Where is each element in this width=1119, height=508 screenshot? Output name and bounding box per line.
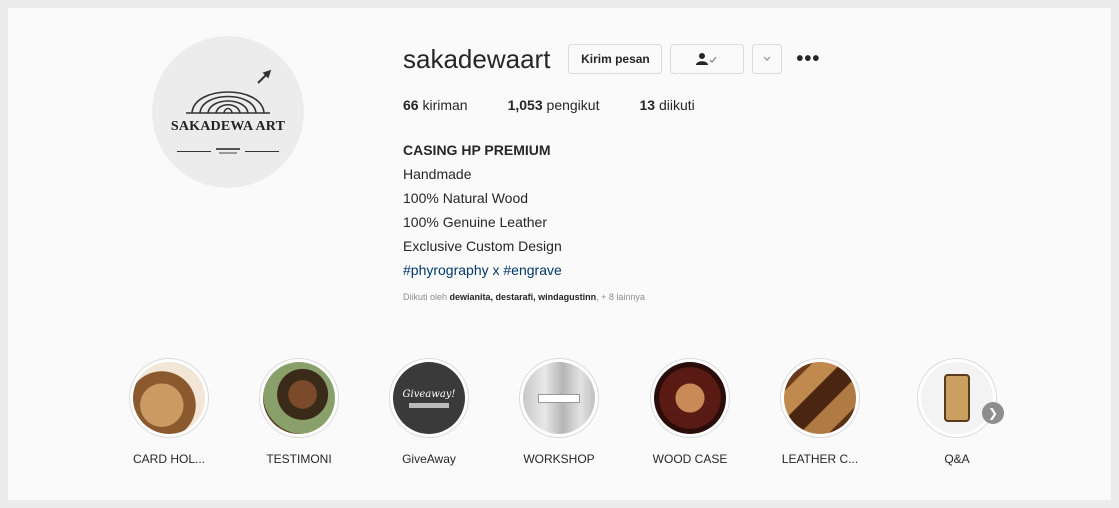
highlight-label: Q&A <box>944 452 970 466</box>
message-button-label: Kirim pesan <box>581 52 650 66</box>
stat-following[interactable]: 13 diikuti <box>639 97 694 113</box>
followed-by-names: dewianita, destarafi, windagustinn <box>449 292 597 302</box>
highlight-cover <box>129 358 209 438</box>
following-label: diikuti <box>658 97 695 113</box>
bio-line: Handmade <box>403 166 472 182</box>
followed-by[interactable]: Diikuti oleh dewianita, destarafi, winda… <box>403 292 645 302</box>
highlight-label: GiveAway <box>402 452 456 466</box>
highlight-label: TESTIMONI <box>266 452 332 466</box>
stat-followers[interactable]: 1,053 pengikut <box>508 97 600 113</box>
bio-line: 100% Natural Wood <box>403 190 529 206</box>
profile-avatar[interactable]: SAKADEWA ART <box>152 36 304 188</box>
posts-count: 66 <box>403 97 419 113</box>
highlight-workshop[interactable]: WORKSHOP <box>509 358 609 466</box>
posts-label: kiriman <box>422 97 468 113</box>
chevron-down-icon <box>763 56 771 61</box>
bio-hashtags[interactable]: #phyrography x #engrave <box>403 258 562 282</box>
profile-stats: 66 kiriman 1,053 pengikut 13 diikuti <box>403 97 735 113</box>
bio-name: CASING HP PREMIUM <box>403 142 551 158</box>
following-count: 13 <box>639 97 656 113</box>
highlight-label: CARD HOL... <box>132 452 205 466</box>
followed-by-prefix: Diikuti oleh <box>403 292 448 302</box>
tree-rings-logo <box>186 69 272 114</box>
avatar-logo-text: SAKADEWA ART <box>170 119 286 134</box>
following-button[interactable] <box>670 44 745 74</box>
stat-posts: 66 kiriman <box>403 97 468 113</box>
profile-username: sakadewaart <box>403 43 551 74</box>
highlight-cover <box>259 358 339 438</box>
avatar-logo-rule <box>177 147 279 155</box>
highlight-cover: Giveaway! <box>389 358 469 438</box>
followers-count: 1,053 <box>507 97 543 113</box>
highlight-label: LEATHER C... <box>781 452 859 466</box>
message-button[interactable]: Kirim pesan <box>568 44 663 74</box>
highlight-cover <box>917 358 997 438</box>
highlight-cover <box>780 358 860 438</box>
bio-line: Exclusive Custom Design <box>403 238 562 254</box>
more-options-icon[interactable]: ••• <box>796 49 820 69</box>
highlight-giveaway[interactable]: Giveaway! GiveAway <box>379 358 479 466</box>
highlight-cover <box>519 358 599 438</box>
highlights-next-arrow-icon[interactable]: ❯ <box>982 402 1004 424</box>
highlight-label: WOOD CASE <box>652 452 728 466</box>
highlight-leather-case[interactable]: LEATHER C... <box>770 358 870 466</box>
profile-bio: CASING HP PREMIUM Handmade 100% Natural … <box>403 138 562 282</box>
highlight-card-holder[interactable]: CARD HOL... <box>119 358 219 466</box>
profile-header: sakadewaart Kirim pesan ••• <box>403 42 820 76</box>
highlight-testimoni[interactable]: TESTIMONI <box>249 358 349 466</box>
highlight-wood-case[interactable]: WOOD CASE <box>640 358 740 466</box>
suggestions-dropdown-button[interactable] <box>752 44 783 74</box>
followers-label: pengikut <box>546 97 600 113</box>
highlight-cover <box>650 358 730 438</box>
followed-by-suffix: + 8 lainnya <box>601 292 645 302</box>
bio-line: 100% Genuine Leather <box>403 214 547 230</box>
giveaway-cover-text: Giveaway! <box>402 388 456 400</box>
highlight-label: WORKSHOP <box>523 452 595 466</box>
person-check-icon <box>696 53 717 65</box>
